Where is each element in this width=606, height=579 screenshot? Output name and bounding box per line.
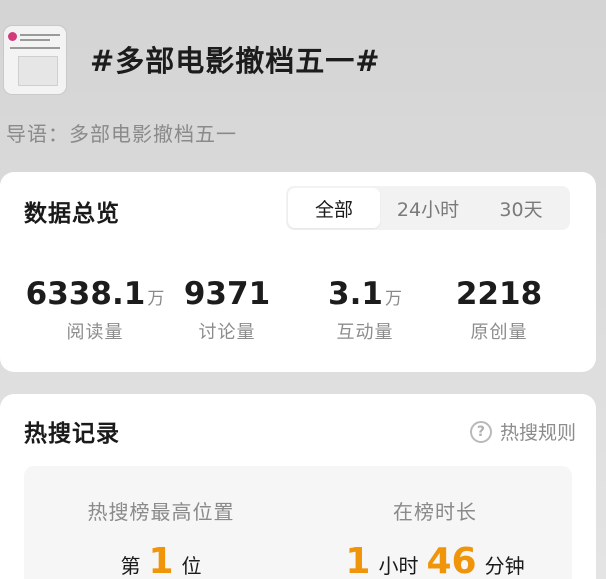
stat-unit: 万 — [384, 289, 402, 309]
stat-originals: 2218 原创量 — [424, 276, 574, 344]
stat-interactions: 3.1 万 互动量 — [290, 276, 440, 344]
hot-search-card: 热搜记录 ? 热搜规则 热搜榜最高位置 第1位 在榜时长 1 小时 46 分钟 — [0, 394, 596, 579]
question-icon: ? — [469, 420, 492, 443]
stat-label: 互动量 — [336, 322, 394, 343]
stat-label: 讨论量 — [198, 322, 256, 343]
tab-all[interactable]: 全部 — [288, 188, 380, 228]
thumbnail-logo-icon — [8, 32, 17, 41]
stat-label: 原创量 — [470, 322, 528, 343]
thumbnail-line — [20, 34, 60, 36]
time-on-list: 在榜时长 1 小时 46 分钟 — [298, 496, 572, 579]
stat-value: 3.1 — [328, 276, 383, 312]
topic-header: #多部电影撤档五一# 导语：多部电影撤档五一 — [0, 0, 606, 165]
highest-position-label: 热搜榜最高位置 — [87, 500, 235, 524]
hot-search-panel: 热搜榜最高位置 第1位 在榜时长 1 小时 46 分钟 — [24, 466, 572, 579]
stat-reads: 6338.1 万 阅读量 — [20, 276, 170, 344]
thumbnail-line — [10, 47, 60, 49]
time-range-tabs: 全部 24小时 30天 — [286, 186, 570, 230]
hot-search-title: 热搜记录 — [24, 421, 120, 447]
duration-minutes: 46 — [426, 541, 477, 579]
stat-label: 阅读量 — [66, 322, 124, 343]
overview-title: 数据总览 — [24, 201, 120, 227]
time-on-list-label: 在榜时长 — [393, 500, 477, 524]
tab-24h[interactable]: 24小时 — [380, 188, 476, 228]
hot-search-rules-link[interactable]: ? 热搜规则 — [469, 418, 576, 445]
thumbnail-line — [20, 39, 50, 41]
highest-prefix: 第 — [120, 554, 141, 578]
stat-value: 6338.1 — [25, 276, 146, 312]
duration-hours-unit: 小时 — [378, 554, 419, 578]
topic-thumbnail[interactable] — [4, 26, 66, 94]
highest-value: 1 — [148, 541, 174, 579]
stat-value: 9371 — [183, 276, 271, 312]
thumbnail-inner-image — [18, 56, 58, 86]
highest-position: 热搜榜最高位置 第1位 — [24, 496, 298, 579]
data-overview-card: 数据总览 全部 24小时 30天 6338.1 万 阅读量 9371 讨论量 3.… — [0, 172, 596, 372]
stat-value: 2218 — [455, 276, 543, 312]
tab-30d[interactable]: 30天 — [476, 188, 566, 228]
topic-guide: 导语：多部电影撤档五一 — [6, 122, 237, 146]
stats-row: 6338.1 万 阅读量 9371 讨论量 3.1 万 互动量 2218 原创量 — [0, 276, 596, 346]
duration-minutes-unit: 分钟 — [484, 554, 525, 578]
topic-title: #多部电影撤档五一# — [90, 44, 381, 78]
stat-discussions: 9371 讨论量 — [152, 276, 302, 344]
highest-suffix: 位 — [181, 554, 202, 578]
rules-label: 热搜规则 — [499, 422, 576, 444]
duration-hours: 1 — [345, 541, 371, 579]
